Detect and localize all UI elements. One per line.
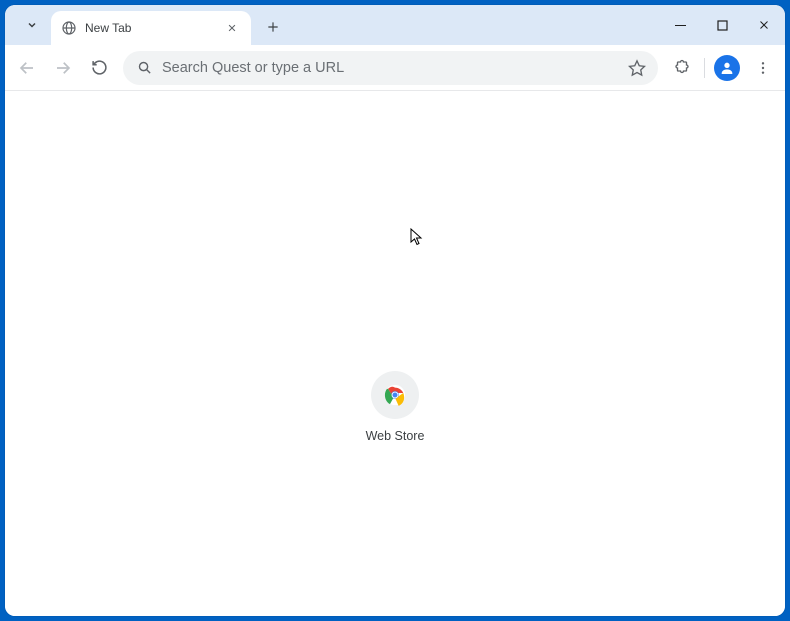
toolbar-divider [704,58,705,78]
arrow-right-icon [54,59,72,77]
cursor-icon [410,228,424,246]
tab-close-button[interactable] [223,19,241,37]
chrome-logo-icon [384,384,406,406]
search-icon [137,60,152,75]
puzzle-icon [673,59,691,77]
toolbar [5,45,785,91]
maximize-icon [717,20,728,31]
profile-button[interactable] [711,52,743,84]
close-window-button[interactable] [743,9,785,41]
new-tab-button[interactable] [259,13,287,41]
browser-window: New Tab [5,5,785,616]
address-bar[interactable] [123,51,658,85]
chevron-down-icon [26,19,38,31]
star-icon [628,59,646,77]
avatar [714,55,740,81]
tab-title: New Tab [85,21,215,35]
plus-icon [266,20,280,34]
back-button[interactable] [11,52,43,84]
kebab-icon [755,60,771,76]
minimize-button[interactable] [659,9,701,41]
window-controls [659,5,785,45]
shortcut-label: Web Store [366,429,425,443]
extensions-button[interactable] [666,52,698,84]
page-content: Web Store [5,91,785,616]
search-tabs-button[interactable] [17,10,47,40]
reload-button[interactable] [83,52,115,84]
shortcut-web-store[interactable]: Web Store [340,371,450,443]
person-icon [719,60,735,76]
globe-icon [61,20,77,36]
bookmark-button[interactable] [624,55,650,81]
menu-button[interactable] [747,52,779,84]
maximize-button[interactable] [701,9,743,41]
close-icon [758,19,770,31]
minimize-icon [675,20,686,31]
shortcut-tile [371,371,419,419]
arrow-left-icon [18,59,36,77]
forward-button[interactable] [47,52,79,84]
browser-tab[interactable]: New Tab [51,11,251,45]
reload-icon [91,59,108,76]
title-bar: New Tab [5,5,785,45]
close-icon [227,23,237,33]
address-input[interactable] [162,60,614,76]
